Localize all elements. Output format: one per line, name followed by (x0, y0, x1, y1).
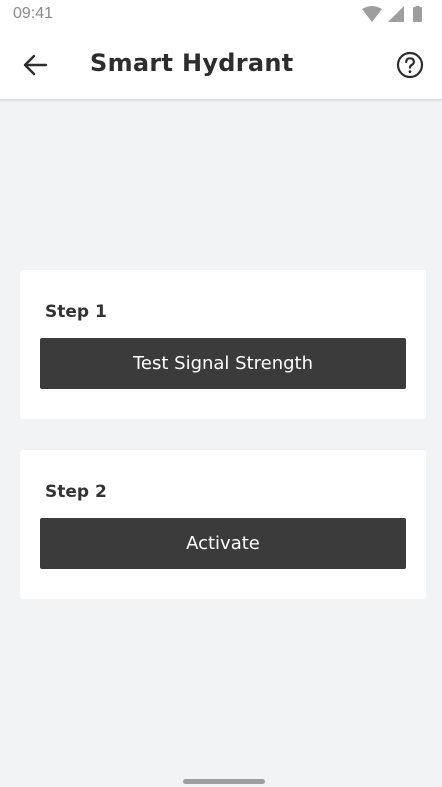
back-button[interactable] (18, 50, 52, 80)
status-icons (362, 6, 422, 22)
activate-button[interactable]: Activate (40, 518, 406, 569)
step-2-card: Step 2 Activate (20, 450, 426, 599)
status-time: 09:41 (13, 5, 54, 22)
arrow-left-icon (23, 54, 48, 76)
help-circle-icon (396, 51, 424, 79)
step-1-label: Step 1 (45, 302, 107, 322)
app-bar: Smart Hydrant (0, 30, 442, 100)
step-2-label: Step 2 (45, 482, 107, 502)
home-indicator[interactable] (183, 779, 265, 784)
status-bar: 09:41 (0, 0, 442, 30)
wifi-icon (362, 6, 382, 22)
step-1-card: Step 1 Test Signal Strength (20, 270, 426, 419)
test-signal-strength-button[interactable]: Test Signal Strength (40, 338, 406, 389)
battery-icon (413, 6, 422, 22)
page-title: Smart Hydrant (90, 49, 294, 77)
cellular-signal-icon (388, 6, 404, 22)
help-button[interactable] (394, 49, 426, 81)
